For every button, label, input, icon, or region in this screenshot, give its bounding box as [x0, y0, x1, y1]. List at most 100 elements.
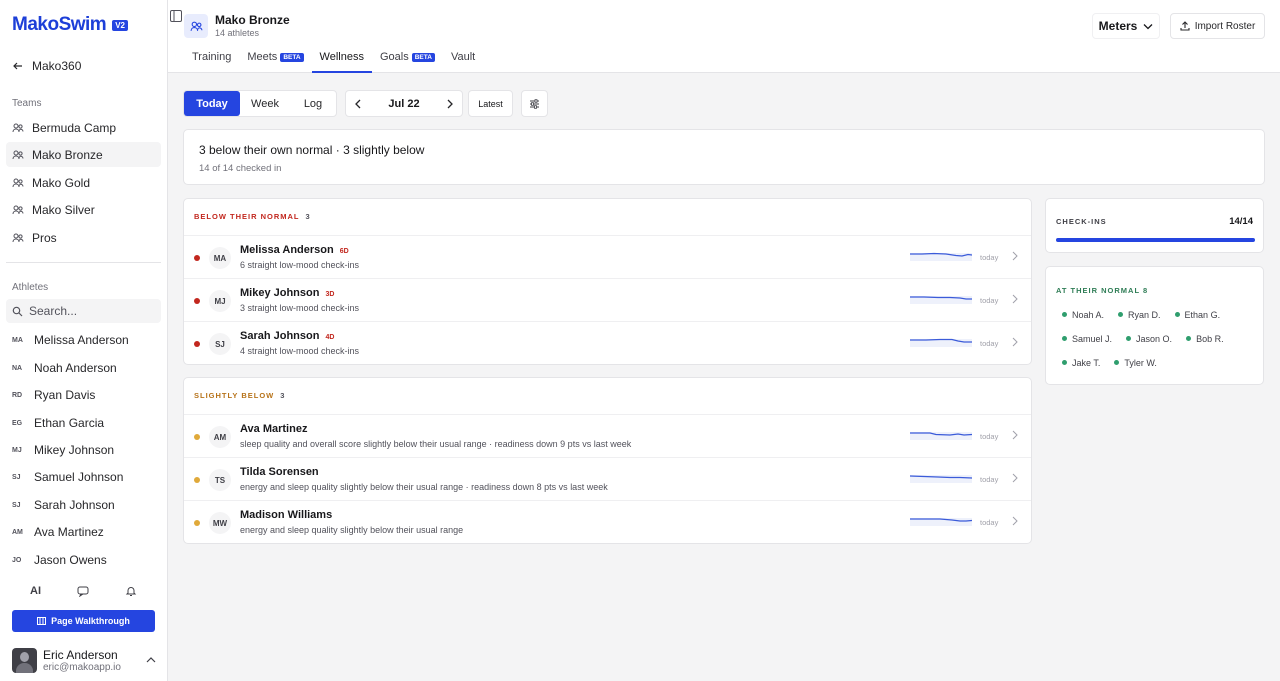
athlete-row[interactable]: TS Tilda Sorensen energy and sleep quali… — [184, 457, 1031, 500]
sliders-icon — [530, 98, 539, 109]
athlete-pill[interactable]: Tyler W. — [1114, 356, 1157, 369]
team-icon — [190, 21, 202, 31]
chevron-left-icon[interactable] — [354, 99, 362, 109]
athlete-description: sleep quality and overall score slightly… — [240, 439, 632, 449]
search-placeholder: Search... — [29, 304, 78, 318]
pill-label: Jake T. — [1072, 357, 1101, 368]
sidebar-athlete[interactable]: MJ Mikey Johnson — [12, 440, 114, 460]
team-item-pros[interactable]: Pros — [6, 225, 161, 250]
segment-log[interactable]: Log — [290, 91, 336, 116]
sidebar-athlete[interactable]: RD Ryan Davis — [12, 385, 95, 405]
athlete-pill[interactable]: Noah A. — [1062, 308, 1104, 321]
athlete-pill[interactable]: Ethan G. — [1174, 308, 1220, 321]
units-dropdown[interactable]: Meters — [1092, 13, 1160, 39]
team-item-label: Mako Gold — [32, 175, 91, 190]
athlete-avatar: MW — [209, 512, 231, 534]
chevron-right-icon — [1012, 294, 1018, 304]
sidebar-athlete[interactable]: SJ Sarah Johnson — [12, 495, 115, 515]
tab-wellness[interactable]: Wellness — [311, 47, 372, 73]
segment-week[interactable]: Week — [240, 91, 290, 116]
athlete-initials: SJ — [12, 501, 21, 509]
athlete-description: 6 straight low-mood check-ins — [240, 260, 360, 270]
status-dot — [194, 255, 200, 261]
pill-label: Ryan D. — [1128, 309, 1161, 320]
back-link[interactable]: Mako360 — [12, 59, 81, 73]
summary-title: 3 below their own normal · 3 slightly be… — [199, 143, 425, 157]
athlete-pill[interactable]: Samuel J. — [1062, 332, 1112, 345]
checkin-time: today — [980, 518, 999, 527]
sidebar-athlete[interactable]: JO Jason Owens — [12, 550, 107, 570]
import-roster-button[interactable]: Import Roster — [1170, 13, 1265, 39]
section-title: SLIGHTLY BELOW — [194, 391, 275, 400]
athlete-row[interactable]: MW Madison Williams energy and sleep qua… — [184, 500, 1031, 543]
sidebar-athlete[interactable]: EG Ethan Garcia — [12, 413, 104, 433]
sidebar-toggle-icon[interactable] — [170, 10, 182, 22]
at-normal-title: AT THEIR NORMAL 8 — [1056, 286, 1149, 295]
athlete-initials: JO — [12, 556, 22, 564]
chevron-right-icon — [1012, 337, 1018, 347]
progress-fill — [1056, 238, 1255, 242]
sidebar-athlete[interactable]: SJ Samuel Johnson — [12, 467, 123, 487]
tab-training[interactable]: Training — [184, 47, 239, 73]
user-email: eric@makoapp.io — [43, 662, 121, 673]
athlete-row[interactable]: MJ Mikey Johnson 3D 3 straight low-mood c… — [184, 278, 1031, 321]
segment-today[interactable]: Today — [184, 91, 240, 116]
sparkline — [910, 252, 972, 261]
athlete-row[interactable]: SJ Sarah Johnson 4D 4 straight low-mood c… — [184, 321, 1031, 364]
team-item-label: Bermuda Camp — [32, 120, 117, 135]
athlete-pill[interactable]: Jason O. — [1126, 332, 1172, 345]
checkins-count: 14/14 — [1229, 216, 1253, 227]
sidebar-divider — [6, 262, 161, 263]
team-item-mako-silver[interactable]: Mako Silver — [6, 197, 161, 222]
sidebar: MakoSwim V2 Mako360 Teams Bermuda Camp M… — [0, 0, 168, 681]
athlete-avatar: SJ — [209, 333, 231, 355]
page-walkthrough-button[interactable]: Page Walkthrough — [12, 610, 155, 632]
tab-label: Meets — [247, 51, 278, 63]
chevron-right-icon — [1012, 516, 1018, 526]
pill-label: Samuel J. — [1072, 333, 1113, 344]
back-link-label: Mako360 — [32, 59, 82, 73]
athlete-row[interactable]: MA Melissa Anderson 6D 6 straight low-moo… — [184, 235, 1031, 278]
latest-button[interactable]: Latest — [468, 90, 513, 117]
tab-goals[interactable]: Goals BETA — [372, 47, 443, 73]
chevron-right-icon — [1012, 473, 1018, 483]
sidebar-athlete[interactable]: AM Ava Martinez — [12, 522, 104, 542]
top-header: Mako Bronze 14 athletes Training Meets BE… — [168, 0, 1280, 73]
team-item-mako-bronze[interactable]: Mako Bronze — [6, 142, 161, 167]
athlete-name: Ryan Davis — [34, 388, 96, 402]
sparkline — [910, 475, 972, 483]
status-dot — [1174, 312, 1180, 317]
athlete-name-line: Mikey Johnson 3D — [240, 287, 334, 299]
status-dot — [1114, 360, 1120, 365]
streak-badge: 3D — [325, 291, 335, 298]
athlete-pill[interactable]: Bob R. — [1186, 332, 1224, 345]
chat-icon[interactable] — [77, 585, 89, 597]
sidebar-athlete[interactable]: MA Melissa Anderson — [12, 330, 129, 350]
athlete-row[interactable]: AM Ava Martinez sleep quality and overal… — [184, 414, 1031, 457]
status-dot — [194, 298, 200, 304]
app-logo[interactable]: MakoSwim V2 — [12, 14, 128, 36]
status-dot — [1062, 360, 1067, 365]
chevron-right-icon[interactable] — [446, 99, 454, 109]
athlete-pill[interactable]: Ryan D. — [1118, 308, 1161, 321]
film-icon — [37, 617, 47, 625]
athlete-search-input[interactable]: Search... — [6, 299, 161, 323]
import-label: Import Roster — [1194, 20, 1256, 32]
tab-meets[interactable]: Meets BETA — [239, 47, 311, 73]
filter-button[interactable] — [521, 90, 548, 117]
logo-text: MakoSwim — [12, 14, 107, 35]
sidebar-athlete[interactable]: NA Noah Anderson — [12, 358, 117, 378]
athlete-avatar: MJ — [209, 290, 231, 312]
athlete-name: Mikey Johnson — [34, 443, 115, 457]
team-item-bermuda-camp[interactable]: Bermuda Camp — [6, 115, 161, 140]
bell-icon[interactable] — [125, 585, 137, 597]
user-menu[interactable]: Eric Anderson eric@makoapp.io — [12, 648, 158, 673]
athlete-pill[interactable]: Jake T. — [1062, 356, 1100, 369]
tab-vault[interactable]: Vault — [443, 47, 483, 73]
ai-button[interactable]: AI — [30, 585, 41, 597]
pill-label: Tyler W. — [1124, 357, 1157, 368]
athlete-description: energy and sleep quality slightly below … — [240, 525, 464, 535]
team-item-label: Mako Bronze — [32, 147, 103, 162]
upload-icon — [1180, 21, 1190, 31]
team-item-mako-gold[interactable]: Mako Gold — [6, 170, 161, 195]
